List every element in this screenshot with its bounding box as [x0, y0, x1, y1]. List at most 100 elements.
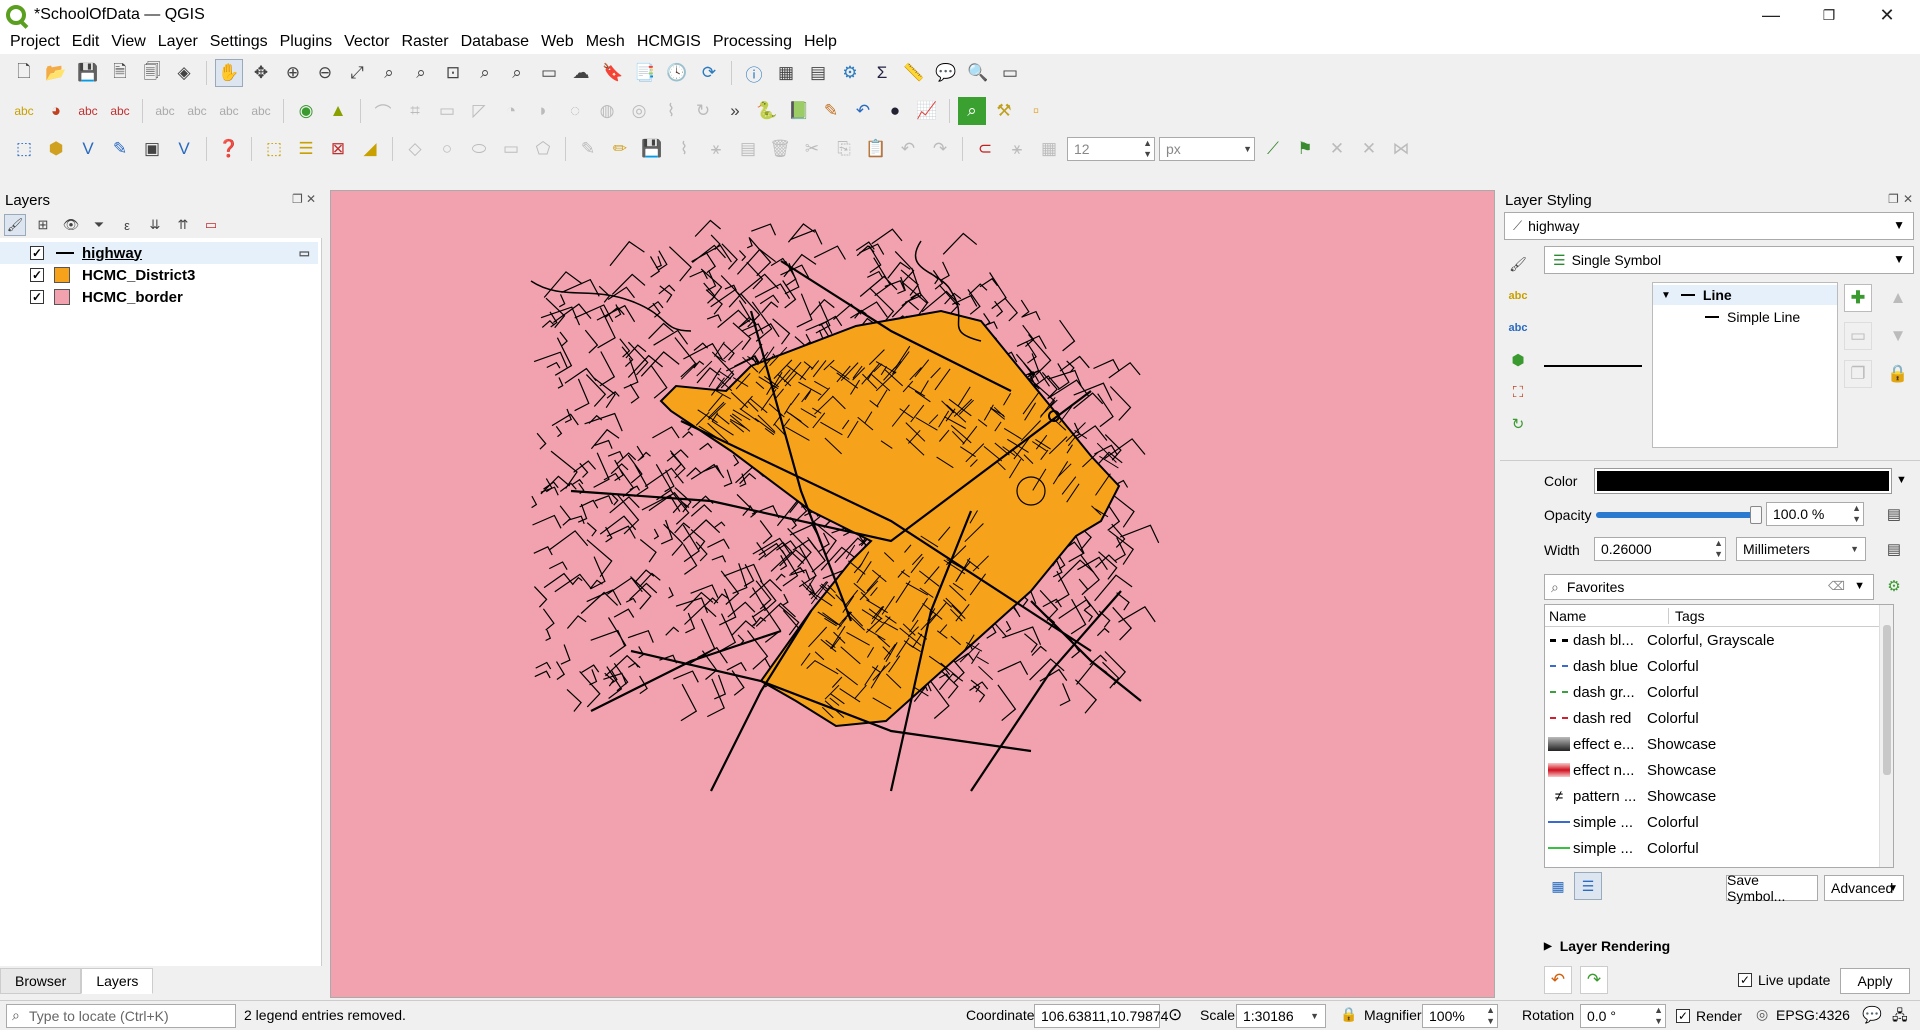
toggle-editing-icon[interactable]: ✏: [606, 135, 634, 163]
deselect-features-icon[interactable]: ⊠: [324, 135, 352, 163]
layer-item-hcmc-border[interactable]: ✓ HCMC_border: [0, 286, 183, 308]
symbol-list-item[interactable]: dash blue Colorful: [1545, 653, 1879, 679]
field-calculator-icon[interactable]: ▤: [804, 59, 832, 87]
labels-tab-icon[interactable]: abc: [1504, 282, 1532, 310]
snapping-tolerance-spinbox[interactable]: 12 ▲ ▼: [1067, 137, 1155, 161]
layer-rendering-section[interactable]: ▶ Layer Rendering: [1544, 938, 1670, 954]
style-manager-icon[interactable]: ⚙: [1880, 572, 1908, 600]
open-attribute-table-icon[interactable]: ▦: [772, 59, 800, 87]
redo-style-icon[interactable]: ↷: [1580, 966, 1608, 994]
layer-item-hcmc-district3[interactable]: ✓ HCMC_District3: [0, 264, 195, 286]
close-panel-icon[interactable]: ✕: [1903, 192, 1913, 206]
add-wms-icon[interactable]: ▣: [138, 135, 166, 163]
collapse-all-icon[interactable]: ⇈: [172, 214, 194, 236]
pan-map-icon[interactable]: ✋: [215, 59, 243, 87]
add-layer-icon[interactable]: ⬚: [10, 135, 38, 163]
rotation-spinbox[interactable]: 0.0 ° ▲ ▼: [1580, 1004, 1666, 1028]
expand-icon[interactable]: ▶: [1544, 941, 1552, 952]
menu-project[interactable]: Project: [4, 33, 66, 51]
list-view-icon[interactable]: ☰: [1574, 872, 1602, 900]
menu-settings[interactable]: Settings: [204, 33, 274, 51]
remove-layer-icon[interactable]: ▭: [200, 214, 222, 236]
open-project-icon[interactable]: 📂: [42, 59, 70, 87]
open-layer-styling-icon[interactable]: 🖌: [4, 214, 26, 236]
refresh-icon[interactable]: ⟳: [695, 59, 723, 87]
masks-tab-icon[interactable]: abc: [1504, 314, 1532, 342]
tab-browser[interactable]: Browser: [0, 968, 82, 994]
menu-vector[interactable]: Vector: [338, 33, 395, 51]
zoom-to-layer-icon[interactable]: ⌕: [407, 59, 435, 87]
zoom-in-icon[interactable]: ⊕: [279, 59, 307, 87]
3d-view-tab-icon[interactable]: ⬢: [1504, 346, 1532, 374]
triangle-tool-icon[interactable]: ▲: [324, 97, 352, 125]
select-features-icon[interactable]: ⬚: [260, 135, 288, 163]
minimize-button[interactable]: —: [1742, 0, 1800, 30]
live-update-checkbox[interactable]: ✓: [1738, 973, 1752, 987]
show-bookmarks-icon[interactable]: 📑: [631, 59, 659, 87]
column-header-tags[interactable]: Tags: [1669, 608, 1705, 624]
renderer-select[interactable]: ☰ Single Symbol ▼: [1544, 246, 1914, 274]
map-canvas[interactable]: [330, 190, 1495, 998]
layer-select[interactable]: ⟋ highway ▼: [1504, 212, 1914, 240]
menu-mesh[interactable]: Mesh: [580, 33, 631, 51]
symbol-list-item[interactable]: effect e... Showcase: [1545, 731, 1879, 757]
opacity-slider[interactable]: [1596, 506, 1762, 524]
coordinate-input[interactable]: 106.63811,10.79874: [1034, 1004, 1168, 1028]
symbol-list-item[interactable]: ≠ pattern ... Showcase: [1545, 783, 1879, 809]
plugin-book-icon[interactable]: 📗: [785, 97, 813, 125]
identify-features-icon[interactable]: ⓘ: [740, 59, 768, 87]
float-panel-icon[interactable]: ❐: [1888, 192, 1899, 206]
symbology-tab-icon[interactable]: 🖌: [1504, 250, 1532, 278]
georeferencer-icon[interactable]: ◉: [292, 97, 320, 125]
add-group-icon[interactable]: ⊞: [32, 214, 54, 236]
float-panel-icon[interactable]: ❐: [292, 192, 303, 206]
text-annotation-icon[interactable]: ▭: [996, 59, 1024, 87]
width-unit-select[interactable]: Millimeters ▼: [1736, 537, 1866, 561]
symbol-list-scrollbar[interactable]: [1879, 605, 1893, 867]
select-annotation-icon[interactable]: 🔍: [964, 59, 992, 87]
menu-web[interactable]: Web: [535, 33, 580, 51]
zoom-native-icon[interactable]: ⊡: [439, 59, 467, 87]
menu-view[interactable]: View: [105, 33, 151, 51]
layer-diagram-icon[interactable]: ◕: [42, 97, 70, 125]
layer-styling-indicator-icon[interactable]: ▭: [299, 246, 310, 260]
collapse-icon[interactable]: ▼: [1661, 290, 1671, 301]
rendering-tab-icon[interactable]: ⛶: [1504, 378, 1532, 406]
zoom-to-selection-icon[interactable]: ⌕: [375, 59, 403, 87]
data-defined-override-icon[interactable]: ▤: [1880, 535, 1908, 563]
menu-plugins[interactable]: Plugins: [274, 33, 338, 51]
statistical-summary-icon[interactable]: Σ: [868, 59, 896, 87]
plugin-pen-icon[interactable]: ✎: [817, 97, 845, 125]
add-geopackage-icon[interactable]: ⬢: [42, 135, 70, 163]
chevron-down-icon[interactable]: ▼: [1896, 474, 1907, 486]
layer-visibility-checkbox[interactable]: ✓: [30, 290, 44, 304]
layer-labeling-icon[interactable]: abc: [10, 97, 38, 125]
live-update-toggle[interactable]: ✓ Live update: [1738, 972, 1830, 988]
close-button[interactable]: ✕: [1858, 0, 1916, 30]
menu-hcmgis[interactable]: HCMGIS: [631, 33, 707, 51]
new-3d-view-icon[interactable]: ☁: [567, 59, 595, 87]
select-by-value-icon[interactable]: ☰: [292, 135, 320, 163]
menu-database[interactable]: Database: [455, 33, 536, 51]
pin-labels-icon[interactable]: abc: [106, 97, 134, 125]
add-delimited-text-icon[interactable]: ✎: [106, 135, 134, 163]
select-by-location-icon[interactable]: ◢: [356, 135, 384, 163]
new-map-view-icon[interactable]: ▭: [535, 59, 563, 87]
highlight-pinned-labels-icon[interactable]: abc: [74, 97, 102, 125]
symbol-list-item[interactable]: dash bl... Colorful, Grayscale: [1545, 627, 1879, 653]
color-button[interactable]: [1594, 468, 1892, 494]
menu-layer[interactable]: Layer: [152, 33, 204, 51]
advanced-menu-button[interactable]: Advanced ▼: [1824, 875, 1904, 901]
measure-line-icon[interactable]: 📏: [900, 59, 928, 87]
layout-manager-icon[interactable]: 🗐: [138, 59, 166, 87]
symbol-tree-root[interactable]: ▼ Line: [1653, 285, 1837, 305]
clear-icon[interactable]: ⌫: [1828, 579, 1845, 593]
menu-raster[interactable]: Raster: [395, 33, 454, 51]
maximize-button[interactable]: ❐: [1800, 0, 1858, 30]
rotate-label-icon[interactable]: abc: [215, 97, 243, 125]
new-bookmark-icon[interactable]: 🔖: [599, 59, 627, 87]
symbol-list-item[interactable]: simple ... Colorful: [1545, 861, 1879, 868]
coordinate-toggle-icon[interactable]: ⊙: [1168, 1005, 1182, 1025]
layer-visibility-checkbox[interactable]: ✓: [30, 246, 44, 260]
symbol-list-item[interactable]: dash gr... Colorful: [1545, 679, 1879, 705]
